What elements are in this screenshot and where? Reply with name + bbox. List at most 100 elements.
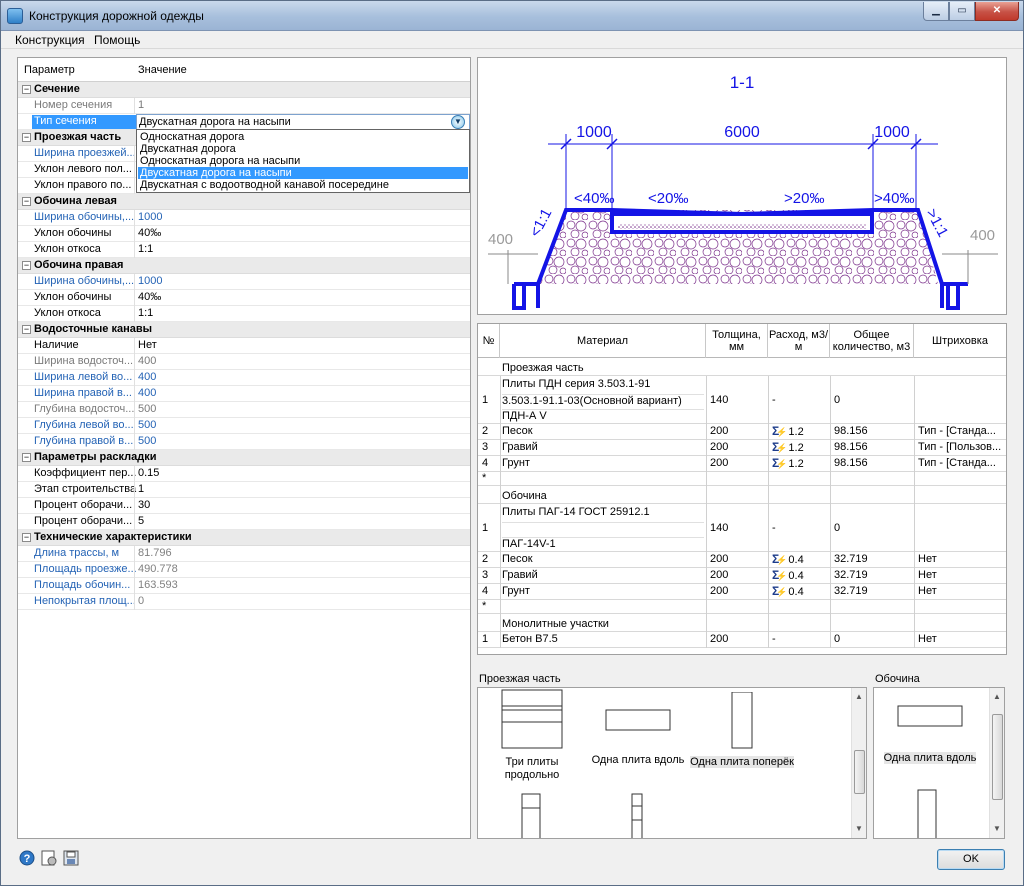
collapse-icon[interactable]: − (22, 325, 31, 334)
row-r-shirina-obochiny[interactable]: Ширина обочины,... 1000 (18, 274, 470, 290)
scroll-thumb[interactable] (992, 714, 1003, 800)
table-row[interactable]: 1 Бетон В7.5 200 - 0 Нет (478, 632, 1006, 648)
sigma-icon: Σ⚡ (772, 568, 788, 582)
row-nalichie[interactable]: Наличие Нет (18, 338, 470, 354)
group-parametry-raskladki[interactable]: − Параметры раскладки (18, 450, 470, 466)
row-r-uklon-otkosa[interactable]: Уклон откоса 1:1 (18, 306, 470, 322)
group-tehnicheskie[interactable]: − Технические характеристики (18, 530, 470, 546)
scroll-down-icon[interactable]: ▼ (992, 824, 1002, 834)
header-total[interactable]: Общее количество, м3 (830, 324, 914, 358)
main-window: Конструкция дорожной одежды ▁ ▭ ✕ Констр… (0, 0, 1024, 886)
table-row[interactable]: 3 Гравий 200 Σ⚡0.4 32.719 Нет (478, 568, 1006, 584)
tile-one-plate-across[interactable]: Одна плита поперёк (690, 691, 794, 769)
layout-thumb-icon[interactable] (520, 792, 544, 839)
ditch-left-dim: 400 (488, 231, 513, 248)
minimize-button[interactable]: ▁ (923, 2, 949, 21)
row-nomer-secheniya[interactable]: Номер сечения 1 (18, 98, 470, 114)
dim-center: 6000 (724, 124, 760, 141)
collapse-icon[interactable]: − (22, 133, 31, 142)
row-etap[interactable]: Этап строительства 1 (18, 482, 470, 498)
row-procent-2[interactable]: Процент оборачи... 5 (18, 514, 470, 530)
header-rate[interactable]: Расход, м3/м (768, 324, 830, 358)
row-shirina-pravoy[interactable]: Ширина правой в... 400 (18, 386, 470, 402)
scroll-down-icon[interactable]: ▼ (854, 824, 864, 834)
sigma-icon: Σ⚡ (772, 440, 788, 454)
row-tip-secheniya[interactable]: Тип сечения Двускатная дорога на насыпи … (18, 114, 470, 130)
dropdown-option[interactable]: Двускатная с водоотводной канавой посере… (138, 179, 468, 191)
menu-pomosh[interactable]: Помощь (94, 33, 140, 47)
help-icon[interactable]: ? (19, 850, 35, 866)
tile-three-plates[interactable]: Три плиты продольно (496, 688, 568, 782)
close-button[interactable]: ✕ (975, 2, 1019, 21)
row-r-uklon-obochiny[interactable]: Уклон обочины 40‰ (18, 290, 470, 306)
save-icon[interactable] (63, 850, 79, 866)
sigma-icon: Σ⚡ (772, 456, 788, 470)
three-plates-icon (501, 689, 563, 749)
row-l-uklon-obochiny[interactable]: Уклон обочины 40‰ (18, 226, 470, 242)
tile-one-plate-along[interactable]: Одна плита вдоль (588, 708, 688, 767)
slope-right-inner: >20‰ (784, 190, 824, 207)
table-row[interactable]: 1 Плиты ПДН серия 3.503.1-91 3.503.1-91.… (478, 376, 1006, 424)
row-koefficient[interactable]: Коэффициент пер... 0.15 (18, 466, 470, 482)
dropdown-option[interactable]: Двускатная дорога (138, 143, 468, 155)
dropdown-arrow-icon[interactable]: ▼ (451, 115, 465, 129)
header-thickness[interactable]: Толщина, мм (706, 324, 768, 358)
row-glubina-pravoy[interactable]: Глубина правой в... 500 (18, 434, 470, 450)
row-dlina-trassy[interactable]: Длина трассы, м 81.796 (18, 546, 470, 562)
row-ploshad-proezzh[interactable]: Площадь проезже... 490.778 (18, 562, 470, 578)
header-n[interactable]: № (478, 324, 500, 358)
menu-konstrukciya[interactable]: Конструкция (15, 33, 85, 47)
row-glubina-levoy[interactable]: Глубина левой во... 500 (18, 418, 470, 434)
layout-thumb-icon[interactable] (916, 788, 940, 839)
label-proezzhaya-chast: Проезжая часть (479, 673, 561, 685)
group-sechenie[interactable]: − Сечение (18, 82, 470, 98)
row-ploshad-obochin[interactable]: Площадь обочин... 163.593 (18, 578, 470, 594)
section-label: 1-1 (730, 73, 755, 92)
group-obochina-pravaya[interactable]: − Обочина правая (18, 258, 470, 274)
scroll-up-icon[interactable]: ▲ (992, 692, 1002, 702)
layout-thumb-icon[interactable] (630, 792, 646, 839)
otkos-left-label: <1:1 (527, 206, 556, 240)
table-row[interactable]: 4 Грунт 200 Σ⚡1.2 98.156 Тип - [Станда... (478, 456, 1006, 472)
obochina-scrollbar[interactable]: ▲ ▼ (989, 688, 1004, 838)
tip-secheniya-combobox[interactable]: Двускатная дорога на насыпи ▼ (136, 114, 470, 130)
collapse-icon[interactable]: − (22, 197, 31, 206)
layouts-scrollbar[interactable]: ▲ ▼ (851, 688, 866, 838)
row-glubina-vodostoch[interactable]: Глубина водосточ... 500 (18, 402, 470, 418)
dropdown-option-selected[interactable]: Двускатная дорога на насыпи (138, 167, 468, 179)
table-row[interactable]: 2 Песок 200 Σ⚡0.4 32.719 Нет (478, 552, 1006, 568)
section-row: Проезжая часть (478, 360, 1006, 376)
ditch-right-dim: 400 (970, 227, 995, 244)
header-material[interactable]: Материал (500, 324, 706, 358)
table-row[interactable]: 3 Гравий 200 Σ⚡1.2 98.156 Тип - [Пользов... (478, 440, 1006, 456)
dropdown-option[interactable]: Односкатная дорога (138, 131, 468, 143)
table-row[interactable]: 4 Грунт 200 Σ⚡0.4 32.719 Нет (478, 584, 1006, 600)
row-procent-1[interactable]: Процент оборачи... 30 (18, 498, 470, 514)
new-row[interactable]: * (478, 472, 1006, 486)
scroll-up-icon[interactable]: ▲ (854, 692, 864, 702)
row-l-uklon-otkosa[interactable]: Уклон откоса 1:1 (18, 242, 470, 258)
row-shirina-levoy[interactable]: Ширина левой во... 400 (18, 370, 470, 386)
group-vodostochnye-kanavy[interactable]: − Водосточные канавы (18, 322, 470, 338)
collapse-icon[interactable]: − (22, 261, 31, 270)
ok-button[interactable]: OK (937, 849, 1005, 870)
maximize-button[interactable]: ▭ (949, 2, 975, 21)
row-shirina-vodostoch[interactable]: Ширина водосточ... 400 (18, 354, 470, 370)
table-row[interactable]: 1 Плиты ПАГ-14 ГОСТ 25912.1 ПАГ-14V-1 14… (478, 504, 1006, 552)
collapse-icon[interactable]: − (22, 533, 31, 542)
row-l-shirina-obochiny[interactable]: Ширина обочины,... 1000 (18, 210, 470, 226)
collapse-icon[interactable]: − (22, 85, 31, 94)
new-row[interactable]: * (478, 600, 1006, 614)
settings-icon[interactable] (41, 850, 57, 866)
group-obochina-levaya[interactable]: − Обочина левая (18, 194, 470, 210)
window-title: Конструкция дорожной одежды (29, 9, 204, 23)
tile-obochina-along[interactable]: Одна плита вдоль (878, 704, 982, 765)
table-row[interactable]: 2 Песок 200 Σ⚡1.2 98.156 Тип - [Станда... (478, 424, 1006, 440)
scroll-thumb[interactable] (854, 750, 865, 794)
dim-left: 1000 (576, 124, 612, 141)
tip-secheniya-dropdown-list[interactable]: Односкатная дорога Двускатная дорога Одн… (136, 129, 470, 193)
row-nepokrytaya[interactable]: Непокрытая площ... 0 (18, 594, 470, 610)
header-hatch[interactable]: Штриховка (914, 324, 1006, 358)
dropdown-option[interactable]: Односкатная дорога на насыпи (138, 155, 468, 167)
collapse-icon[interactable]: − (22, 453, 31, 462)
